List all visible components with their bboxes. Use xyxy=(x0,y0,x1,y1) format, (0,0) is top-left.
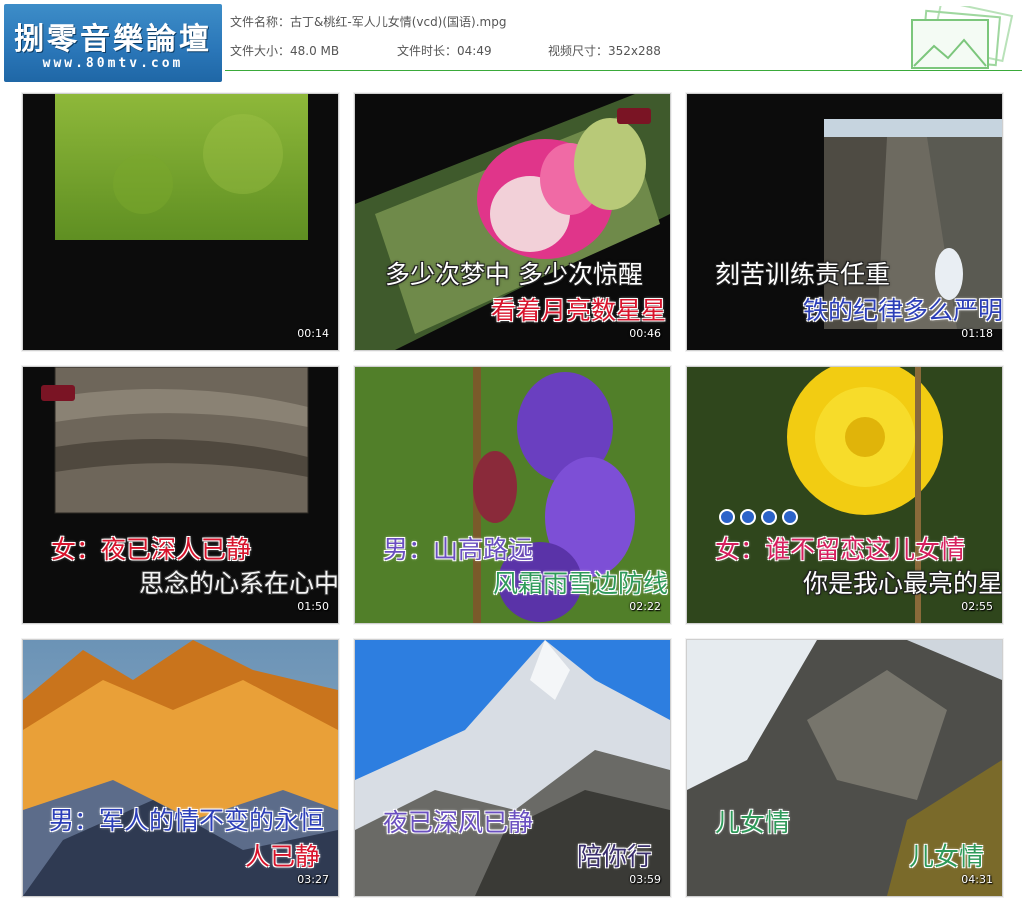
countdown-dot xyxy=(719,509,735,525)
timestamp: 04:31 xyxy=(961,873,993,886)
logo-url: www.80mtv.com xyxy=(42,56,184,71)
countdown-dot xyxy=(740,509,756,525)
grass-scene-image xyxy=(23,94,338,350)
lyric-line-1: 女：夜已深人已静 xyxy=(51,535,252,564)
countdown-dot xyxy=(782,509,798,525)
thumbnail-8[interactable]: 夜已深风已静 陪你行 03:59 xyxy=(354,639,671,897)
timestamp: 02:55 xyxy=(961,600,993,613)
timestamp: 00:46 xyxy=(629,327,661,340)
timestamp: 01:18 xyxy=(961,327,993,340)
lyric-line-2: 儿女情 xyxy=(909,842,985,871)
lyric-line-1: 男：军人的情不变的永恒 xyxy=(49,806,325,835)
lyric-line-1: 儿女情 xyxy=(715,808,791,837)
logo-title: 捌零音樂論壇 xyxy=(14,22,212,57)
thumbnail-4[interactable]: 女：夜已深人已静 思念的心系在心中 01:50 xyxy=(22,366,339,624)
film-frames-icon xyxy=(911,6,1014,69)
countdown-dot xyxy=(761,509,777,525)
timestamp: 00:14 xyxy=(297,327,329,340)
lyric-line-1: 女：谁不留恋这儿女情 xyxy=(715,535,966,564)
lyric-line-2: 铁的纪律多么严明 xyxy=(803,296,1003,325)
duration-label: 文件时长：04:49 xyxy=(397,44,492,58)
timestamp: 01:50 xyxy=(297,600,329,613)
video-size-label: 视频尺寸：352x288 xyxy=(548,44,661,58)
thumbnail-1[interactable]: 00:14 xyxy=(22,93,339,351)
timestamp: 03:59 xyxy=(629,873,661,886)
thumbnail-2[interactable]: 多少次梦中 多少次惊醒 看着月亮数星星 00:46 xyxy=(354,93,671,351)
thumbnail-7[interactable]: 男：军人的情不变的永恒 人已静 03:27 xyxy=(22,639,339,897)
lyric-line-2: 人已静 xyxy=(245,842,321,871)
lyric-line-2: 陪你行 xyxy=(577,842,653,871)
header-divider xyxy=(225,70,1022,71)
thumbnail-5[interactable]: 男：山高路远 风霜雨雪边防线 02:22 xyxy=(354,366,671,624)
file-name-label: 文件名称：古丁&桃红-军人儿女情(vcd)(国语).mpg xyxy=(230,15,507,29)
lyric-line-2: 思念的心系在心中 xyxy=(139,569,339,598)
site-logo: 捌零音樂論壇 www.80mtv.com xyxy=(4,4,222,82)
lyric-line-2: 看着月亮数星星 xyxy=(491,296,667,325)
thumbnail-3[interactable]: 刻苦训练责任重 铁的纪律多么严明 01:18 xyxy=(686,93,1003,351)
lyric-line-1: 夜已深风已静 xyxy=(383,808,534,837)
timestamp: 02:22 xyxy=(629,600,661,613)
thumbnail-6[interactable]: 女：谁不留恋这儿女情 你是我心最亮的星 02:55 xyxy=(686,366,1003,624)
lyric-line-1: 刻苦训练责任重 xyxy=(715,260,891,289)
lyric-line-2: 你是我心最亮的星 xyxy=(803,569,1003,598)
lyric-line-1: 多少次梦中 多少次惊醒 xyxy=(385,260,643,289)
file-size-label: 文件大小：48.0 MB xyxy=(230,44,340,58)
timestamp: 03:27 xyxy=(297,873,329,886)
thumbnail-9[interactable]: 儿女情 儿女情 04:31 xyxy=(686,639,1003,897)
lyric-line-2: 风霜雨雪边防线 xyxy=(493,569,669,598)
karaoke-countdown-dots xyxy=(719,509,798,525)
lyric-line-1: 男：山高路远 xyxy=(383,535,534,564)
